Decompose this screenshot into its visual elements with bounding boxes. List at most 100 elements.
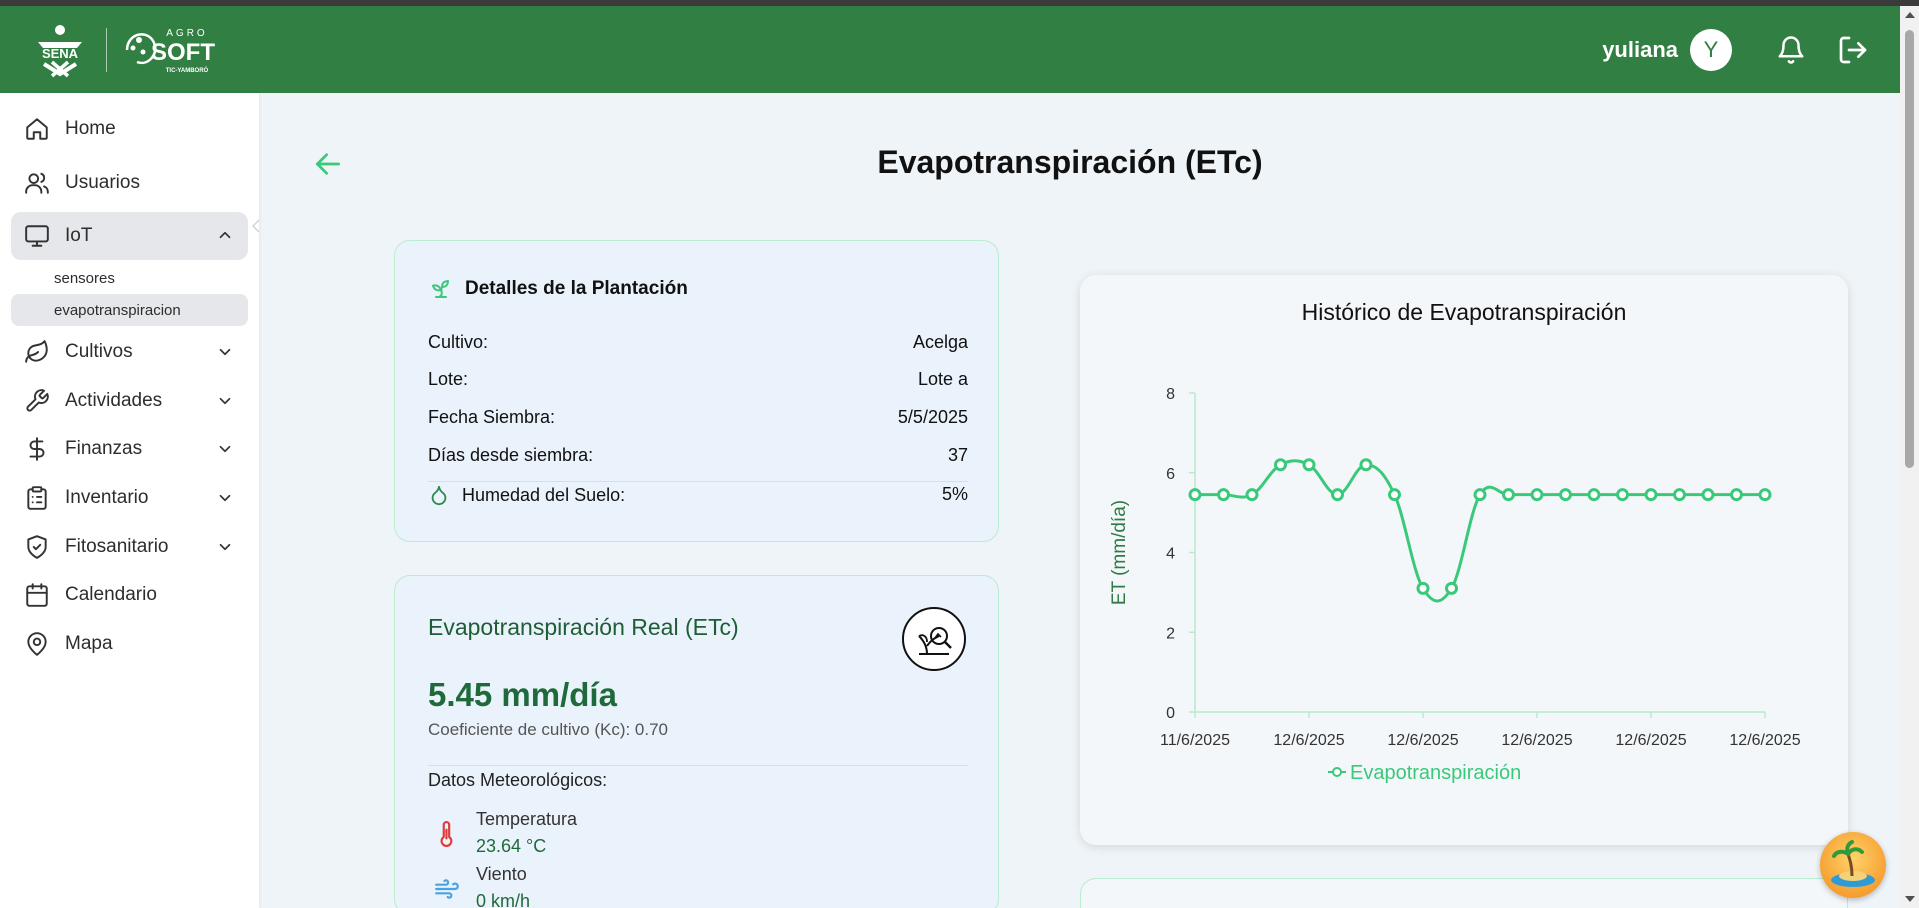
monitor-icon — [23, 222, 51, 250]
meteo-label: Viento — [476, 864, 527, 884]
etc-card: Evapotranspiración Real (ETc) 5.45 mm/dí… — [394, 575, 999, 908]
detail-value: Lote a — [917, 369, 968, 389]
avatar[interactable]: Y — [1690, 28, 1732, 71]
sidebar-subitem-sensores[interactable]: sensores — [11, 262, 248, 294]
sidebar-item-label: Mapa — [65, 633, 113, 654]
chevron-down-icon — [219, 543, 231, 551]
sidebar-item-label: Usuarios — [65, 172, 140, 193]
sidebar-item-calendario[interactable]: Calendario — [11, 572, 248, 618]
detail-key-wrap: Humedad del Suelo: — [428, 484, 625, 506]
meteo-title: Datos Meteorológicos: — [428, 770, 608, 790]
y-tick-label: 8 — [1166, 386, 1175, 403]
plantation-title-text: Detalles de la Plantación — [465, 278, 688, 299]
data-point — [1587, 488, 1601, 502]
plantation-title: Detalles de la Plantación — [429, 277, 688, 301]
detail-row-humedad: Humedad del Suelo: 5% — [428, 484, 968, 506]
thermometer-icon — [440, 821, 453, 847]
etc-kc: Coeficiente de cultivo (Kc): 0.70 — [428, 720, 669, 739]
data-point — [1701, 488, 1715, 502]
calendar-icon — [23, 581, 51, 609]
agrosoft-logo-soft: SOFT — [151, 39, 215, 66]
detail-key: Humedad del Suelo: — [462, 484, 626, 505]
chevron-up-icon — [219, 231, 231, 239]
x-tick-label: 11/6/2025 — [1160, 732, 1230, 749]
et-history-chart-card: Histórico de Evapotranspiración 0 2 4 6 8 ET … — [1080, 275, 1848, 845]
data-point — [1445, 581, 1458, 595]
agrosoft-logo: AGRO SOFT TIC-YAMBORÓ — [125, 28, 215, 74]
series-line — [1194, 459, 1765, 603]
scroll-down-arrow[interactable] — [1905, 896, 1915, 902]
chevron-down-icon — [219, 348, 231, 356]
sprout-icon — [432, 280, 449, 298]
username[interactable]: yuliana — [1602, 37, 1678, 63]
data-point — [1245, 488, 1259, 502]
data-point — [1644, 488, 1658, 502]
bell-icon[interactable] — [1774, 33, 1808, 67]
detail-row-lote: Lote: Lote a — [428, 369, 968, 390]
data-point — [1302, 458, 1316, 472]
wind-icon — [435, 879, 459, 899]
sidebar-item-label: Calendario — [65, 584, 157, 605]
data-point — [1331, 488, 1344, 502]
sidebar-item-finanzas[interactable]: Finanzas — [11, 426, 248, 472]
sidebar-subitem-label: evapotranspiracion — [54, 301, 181, 319]
page-title: Evapotranspiración (ETc) — [877, 144, 1263, 180]
x-tick-label: 12/6/2025 — [1273, 732, 1344, 749]
sena-logo-text: SENA — [42, 46, 79, 61]
sidebar-item-inventario[interactable]: Inventario — [11, 475, 248, 521]
brand-logos[interactable]: SENA AGRO SOFT TIC-YAMBORÓ — [30, 22, 221, 78]
sidebar-item-mapa[interactable]: Mapa — [11, 621, 248, 667]
etc-title: Evapotranspiración Real (ETc) — [428, 614, 739, 640]
legend-marker — [1332, 767, 1342, 777]
data-point — [1530, 488, 1544, 502]
y-tick-label: 6 — [1166, 466, 1175, 483]
x-tick-label: 12/6/2025 — [1501, 732, 1572, 749]
meteo-value: 23.64 °C — [476, 836, 547, 856]
page-scrollbar[interactable] — [1900, 6, 1919, 908]
agrosoft-logo-tic: TIC-YAMBORÓ — [166, 66, 209, 74]
detail-divider — [428, 481, 968, 482]
etc-value: 5.45 mm/día — [428, 676, 617, 713]
sidebar-item-iot[interactable]: IoT — [11, 212, 248, 260]
wrench-icon — [23, 387, 51, 415]
sidebar-item-cultivos[interactable]: Cultivos — [11, 329, 248, 375]
data-point — [1388, 488, 1401, 502]
et-history-chart[interactable]: 0 2 4 6 8 ET (mm/día) 11/6/2025 12/6/2025 12/6/2… — [1080, 275, 1848, 845]
sidebar-collapse-icon[interactable] — [252, 219, 260, 233]
x-tick-label: 12/6/2025 — [1387, 732, 1458, 749]
data-point — [1502, 488, 1515, 502]
data-point — [1359, 458, 1373, 472]
data-point — [1758, 488, 1772, 502]
back-arrow-icon[interactable] — [312, 148, 344, 180]
sidebar-item-usuarios[interactable]: Usuarios — [11, 160, 248, 206]
y-tick-label: 4 — [1166, 546, 1175, 563]
chatbot-launcher[interactable] — [1820, 832, 1886, 898]
scroll-thumb[interactable] — [1905, 30, 1914, 468]
scroll-up-arrow[interactable] — [1905, 12, 1915, 18]
etc-divider — [428, 765, 968, 766]
droplet-icon — [431, 485, 447, 506]
detail-value: Acelga — [912, 332, 968, 352]
y-tick-label: 0 — [1166, 705, 1175, 722]
detail-value: 37 — [947, 445, 968, 465]
sidebar-item-fitosanitario[interactable]: Fitosanitario — [11, 524, 248, 570]
sidebar-subitem-evapotranspiracion[interactable]: evapotranspiracion — [11, 294, 248, 326]
y-tick-label: 2 — [1166, 625, 1175, 642]
island-icon — [1831, 840, 1875, 887]
sidebar-item-label: Home — [65, 118, 116, 139]
detail-value: 5/5/2025 — [897, 407, 968, 427]
meteo-value: 0 km/h — [476, 891, 531, 908]
chevron-down-icon — [219, 397, 231, 405]
user-area: yuliana Y — [1602, 6, 1870, 93]
logo-divider — [106, 28, 107, 72]
data-point — [1416, 581, 1430, 595]
data-point — [1673, 488, 1686, 502]
sidebar-item-actividades[interactable]: Actividades — [11, 378, 248, 424]
sidebar-item-label: Actividades — [65, 390, 163, 411]
detail-key: Cultivo: — [428, 332, 489, 352]
sidebar: Home Usuarios IoT sensores evapotranspir… — [0, 93, 260, 908]
shield-icon — [23, 533, 51, 561]
leaf-icon — [23, 338, 51, 366]
logout-icon[interactable] — [1836, 33, 1870, 67]
sidebar-item-home[interactable]: Home — [11, 106, 248, 152]
